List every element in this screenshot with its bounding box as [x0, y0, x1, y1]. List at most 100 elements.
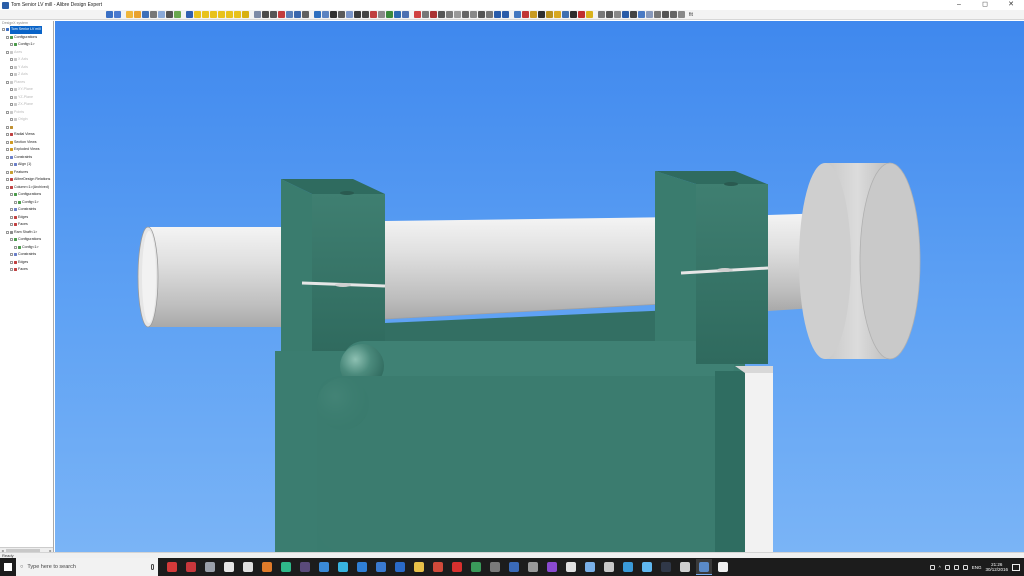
tree-item[interactable]: [0, 124, 53, 132]
pointer-icon[interactable]: [186, 11, 193, 18]
app-orange-taskbar-button[interactable]: [259, 559, 275, 575]
constraint-icon[interactable]: [586, 11, 593, 18]
expand-toggle-icon[interactable]: [10, 253, 13, 257]
tree-item[interactable]: Planes: [0, 79, 53, 87]
leaf-icon[interactable]: [174, 11, 181, 18]
tree-item[interactable]: XY-Plane: [0, 86, 53, 94]
clock[interactable]: 21:26 30/12/2016: [985, 562, 1008, 572]
app-file-taskbar-button[interactable]: [202, 559, 218, 575]
app-dark2-taskbar-button[interactable]: [658, 559, 674, 575]
expand-toggle-icon[interactable]: [6, 148, 9, 152]
curve-icon[interactable]: [386, 11, 393, 18]
cube-icon[interactable]: [322, 11, 329, 18]
tree-item[interactable]: Radial Views: [0, 131, 53, 139]
app-img-taskbar-button[interactable]: [601, 559, 617, 575]
rotate-icon[interactable]: [262, 11, 269, 18]
tool-icon[interactable]: [678, 11, 685, 18]
tree-item[interactable]: Exploded Views: [0, 146, 53, 154]
app-sky-taskbar-button[interactable]: [639, 559, 655, 575]
tree-item[interactable]: Ram Shaft<1>: [0, 229, 53, 237]
app-red-a-taskbar-button[interactable]: [449, 559, 465, 575]
left-bearing-block[interactable]: [281, 179, 386, 354]
network-icon[interactable]: [944, 564, 950, 570]
app-blue2-taskbar-button[interactable]: [506, 559, 522, 575]
expand-toggle-icon[interactable]: [6, 230, 9, 234]
tree-item[interactable]: Configurations: [0, 34, 53, 42]
save-icon[interactable]: [142, 11, 149, 18]
pan-icon[interactable]: [270, 11, 277, 18]
folder-taskbar-button[interactable]: [411, 559, 427, 575]
tree-item[interactable]: X Axis: [0, 56, 53, 64]
expand-toggle-icon[interactable]: [6, 140, 9, 144]
frame-icon[interactable]: [242, 11, 249, 18]
tree-item[interactable]: Column<1>(Archived): [0, 184, 53, 192]
tree-item[interactable]: YZ-Plane: [0, 94, 53, 102]
view-icon[interactable]: [294, 11, 301, 18]
app-green-taskbar-button[interactable]: [278, 559, 294, 575]
constraint-icon[interactable]: [522, 11, 529, 18]
expand-toggle-icon[interactable]: [6, 178, 9, 182]
zoom-icon[interactable]: [302, 11, 309, 18]
frame-icon[interactable]: [226, 11, 233, 18]
app-dark-taskbar-button[interactable]: [297, 559, 313, 575]
open-folder-icon[interactable]: [134, 11, 141, 18]
tree-item[interactable]: Constraints: [0, 154, 53, 162]
plane-icon[interactable]: [370, 11, 377, 18]
render-icon[interactable]: [438, 11, 445, 18]
store-taskbar-button[interactable]: [373, 559, 389, 575]
tool-icon[interactable]: [622, 11, 629, 18]
frame-icon[interactable]: [218, 11, 225, 18]
tree-item[interactable]: Align (1): [0, 161, 53, 169]
expand-toggle-icon[interactable]: [10, 118, 13, 122]
sketch-icon[interactable]: [414, 11, 421, 18]
right-bearing-block[interactable]: [655, 171, 769, 364]
expand-toggle-icon[interactable]: [2, 28, 5, 32]
handwheel[interactable]: [799, 162, 921, 360]
expand-toggle-icon[interactable]: [10, 58, 13, 62]
gear-taskbar-button[interactable]: [240, 559, 256, 575]
undo-icon[interactable]: [114, 11, 121, 18]
chrome-taskbar-button[interactable]: [430, 559, 446, 575]
expand-toggle-icon[interactable]: [10, 103, 13, 107]
app-cyan-taskbar-button[interactable]: [335, 559, 351, 575]
battery-icon[interactable]: [962, 564, 968, 570]
minimize-button[interactable]: –: [946, 0, 972, 10]
tree-item[interactable]: AlibreDesign Relations: [0, 176, 53, 184]
tree-item[interactable]: Constraints: [0, 206, 53, 214]
expand-toggle-icon[interactable]: [10, 88, 13, 92]
tool-icon[interactable]: [662, 11, 669, 18]
tool-icon[interactable]: [606, 11, 613, 18]
render-icon[interactable]: [462, 11, 469, 18]
expand-toggle-icon[interactable]: [10, 223, 13, 227]
render-icon[interactable]: [478, 11, 485, 18]
tree-item[interactable]: Origin: [0, 116, 53, 124]
constraint-icon[interactable]: [554, 11, 561, 18]
expand-toggle-icon[interactable]: [10, 208, 13, 212]
constraint-icon[interactable]: [570, 11, 577, 18]
constraint-icon[interactable]: [546, 11, 553, 18]
tree-item[interactable]: Axes: [0, 49, 53, 57]
tree-item[interactable]: Tom Senior LV mill: [0, 26, 53, 34]
axis-icon[interactable]: [362, 11, 369, 18]
tree-item[interactable]: Features: [0, 169, 53, 177]
3d-viewport[interactable]: [55, 21, 1024, 552]
expand-toggle-icon[interactable]: [10, 193, 13, 197]
app-red-b-taskbar-button[interactable]: [164, 559, 180, 575]
tree-item[interactable]: Configurations: [0, 191, 53, 199]
tree-item[interactable]: Section Views: [0, 139, 53, 147]
volume-icon[interactable]: [953, 564, 959, 570]
expand-toggle-icon[interactable]: [10, 238, 13, 242]
tree-item[interactable]: Faces: [0, 266, 53, 274]
axis-icon[interactable]: [354, 11, 361, 18]
view-icon[interactable]: [286, 11, 293, 18]
move-icon[interactable]: [514, 11, 521, 18]
close-button[interactable]: ✕: [998, 0, 1024, 10]
shaft-middle-segment[interactable]: [384, 217, 682, 320]
tree-item[interactable]: Edges: [0, 214, 53, 222]
expand-toggle-icon[interactable]: [10, 260, 13, 264]
expand-toggle-icon[interactable]: [6, 35, 9, 39]
measure-icon[interactable]: [314, 11, 321, 18]
zoom-fit-button[interactable]: fit: [689, 12, 693, 18]
frame-icon[interactable]: [210, 11, 217, 18]
tool-icon[interactable]: [630, 11, 637, 18]
